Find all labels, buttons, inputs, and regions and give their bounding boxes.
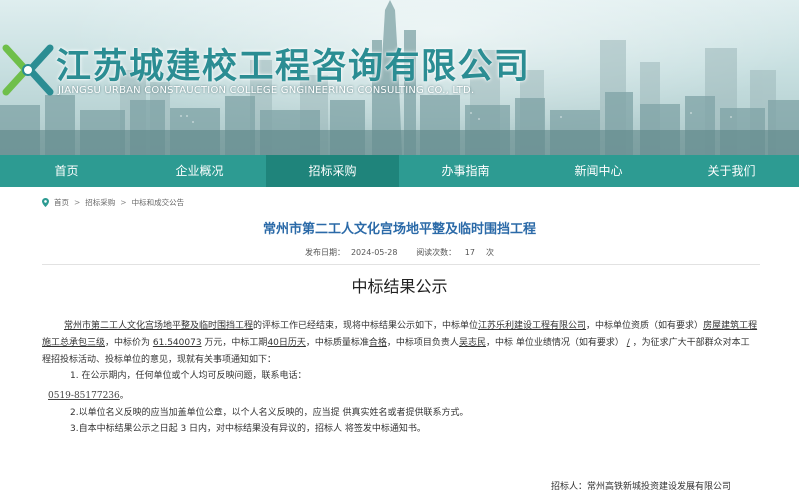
breadcrumb-home[interactable]: 首页 bbox=[54, 197, 69, 208]
notice-item-3: 3.自本中标结果公示之日起 3 日内，对中标结果没有异议的，招标人 将签发中标通… bbox=[70, 424, 426, 434]
read-count: 17 bbox=[464, 248, 475, 257]
breadcrumb-separator-icon: > bbox=[120, 198, 127, 207]
main-nav: 首页 企业概况 招标采购 办事指南 新闻中心 关于我们 bbox=[0, 155, 799, 187]
nav-item-guide[interactable]: 办事指南 bbox=[399, 155, 532, 187]
construction-period: 40日历天 bbox=[267, 338, 306, 348]
contact-phone-line: 0519-85177236。 bbox=[48, 388, 129, 401]
body-text: ，中标价为 bbox=[105, 338, 153, 348]
company-name-en: JIANGSU URBAN CONSTAUCTION COLLEGE GNGIN… bbox=[58, 85, 475, 96]
location-pin-icon bbox=[42, 198, 49, 207]
body-text: ，中标质量标准 bbox=[305, 338, 369, 348]
breadcrumb: 首页 > 招标采购 > 中标和成交公告 bbox=[42, 197, 184, 208]
nav-item-about-us[interactable]: 关于我们 bbox=[665, 155, 798, 187]
body-text: ，中标项目负责人 bbox=[386, 338, 459, 348]
company-logo-icon bbox=[2, 44, 54, 96]
read-count-unit: 次 bbox=[486, 248, 495, 257]
tenderer-name: 常州高铁新城投资建设发展有限公司 bbox=[587, 482, 732, 492]
publish-date: 2024-05-28 bbox=[350, 248, 398, 257]
body-text: ，中标单位资质（如有要求） bbox=[586, 321, 704, 331]
header-banner: 江苏城建校工程咨询有限公司 JIANGSU URBAN CONSTAUCTION… bbox=[0, 0, 799, 155]
tenderer-signature: 招标人：常州高铁新城投资建设发展有限公司 bbox=[551, 479, 731, 492]
notice-item-1: 1. 在公示期内，任何单位或个人均可反映问题，联系电话： bbox=[70, 371, 307, 381]
document-title: 中标结果公示 bbox=[351, 277, 448, 296]
tenderer-label: 招标人： bbox=[551, 482, 588, 492]
article-title: 常州市第二工人文化宫场地平整及临时围挡工程 bbox=[262, 222, 536, 237]
project-name: 常州市第二工人文化宫场地平整及临时围挡工程 bbox=[64, 321, 254, 331]
article-meta: 发布日期： 2024-05-28 阅读次数： 17 次 bbox=[0, 247, 799, 258]
nav-item-news[interactable]: 新闻中心 bbox=[532, 155, 665, 187]
breadcrumb-separator-icon: > bbox=[74, 198, 81, 207]
contact-phone: 0519-85177236 bbox=[48, 391, 120, 401]
breadcrumb-procurement[interactable]: 招标采购 bbox=[85, 197, 115, 208]
nav-item-home[interactable]: 首页 bbox=[0, 155, 133, 187]
divider bbox=[42, 264, 760, 265]
body-text: 的评标工作已经结束，现将中标结果公示如下，中标单位 bbox=[253, 321, 479, 331]
publish-date-label: 发布日期： bbox=[304, 248, 345, 257]
project-manager: 吴志民 bbox=[458, 338, 486, 348]
breadcrumb-award-notice[interactable]: 中标和成交公告 bbox=[132, 197, 185, 208]
notice-item-2: 2.以单位名义反映的应当加盖单位公章，以个人名义反映的，应当提 供真实姓名或者提… bbox=[70, 408, 469, 418]
body-text: 万元，中标工期 bbox=[201, 338, 268, 348]
winning-price: 61.540073 bbox=[152, 338, 202, 348]
read-count-label: 阅读次数： bbox=[416, 248, 457, 257]
winning-bidder: 江苏乐利建设工程有限公司 bbox=[478, 321, 587, 331]
phone-end: 。 bbox=[119, 391, 129, 401]
announcement-body: 常州市第二工人文化宫场地平整及临时围挡工程的评标工作已经结束，现将中标结果公示如… bbox=[42, 318, 760, 369]
company-name-cn: 江苏城建校工程咨询有限公司 bbox=[56, 47, 531, 87]
nav-item-about-company[interactable]: 企业概况 bbox=[133, 155, 266, 187]
body-text: ，中标 单位业绩情况（如有要求） bbox=[485, 338, 624, 348]
bidder-performance: / bbox=[626, 338, 630, 348]
quality-standard: 合格 bbox=[368, 338, 387, 348]
nav-item-procurement[interactable]: 招标采购 bbox=[266, 155, 399, 187]
